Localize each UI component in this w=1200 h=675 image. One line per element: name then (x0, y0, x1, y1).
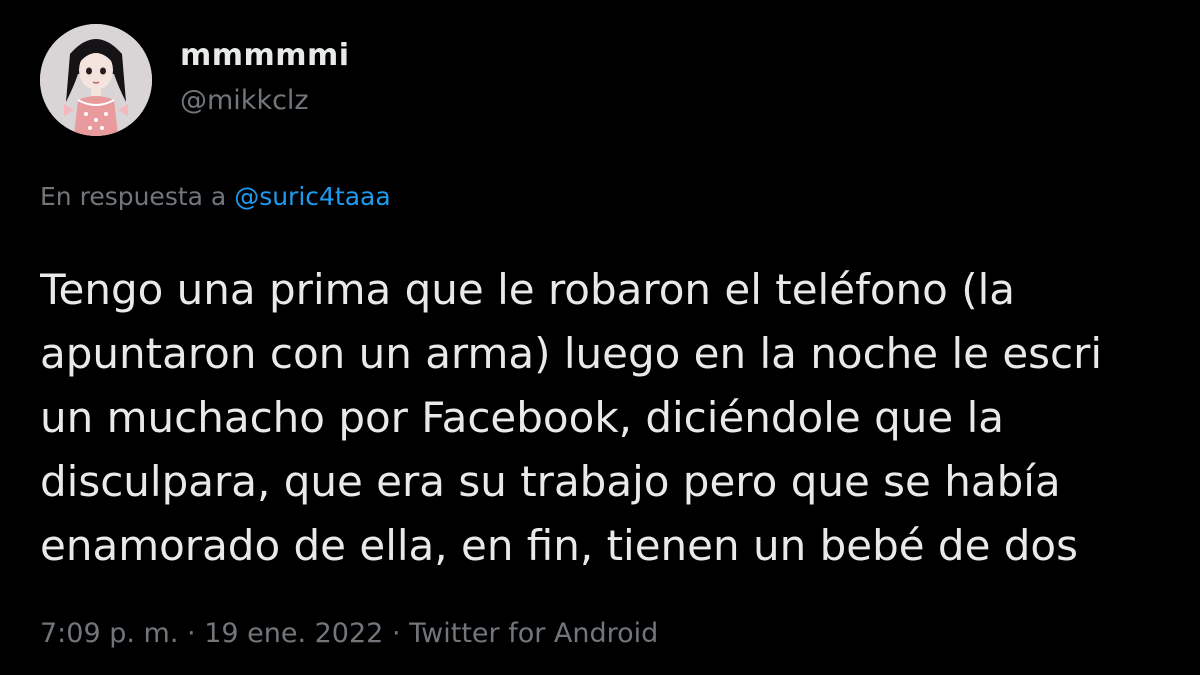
tweet-text-line: apuntaron con un arma) luego en la noche… (40, 329, 1103, 378)
tweet-time[interactable]: 7:09 p. m. (40, 618, 178, 649)
tweet-source-link[interactable]: Twitter for Android (409, 618, 658, 649)
tweet-text: Tengo una prima que le robaron el teléfo… (40, 258, 1200, 590)
user-handle[interactable]: @mikkclz (180, 85, 309, 116)
tweet-text-line: disculpara, que era su trabajo pero que … (40, 457, 1061, 506)
tweet-date[interactable]: 19 ene. 2022 (204, 618, 383, 649)
tweet-text-line: Tengo una prima que le robaron el teléfo… (40, 265, 1016, 314)
tweet-card: mmmmmi @mikkclz En respuesta a @suric4ta… (0, 0, 1200, 675)
reply-mention-link[interactable]: @suric4taaa (234, 182, 391, 211)
avatar[interactable] (40, 24, 152, 136)
tweet-text-line: un muchacho por Facebook, diciéndole que… (40, 393, 1004, 442)
meta-separator: · (187, 618, 196, 649)
profile-avatar-icon (40, 24, 152, 136)
display-name[interactable]: mmmmmi (180, 38, 350, 73)
reply-context: En respuesta a @suric4taaa (40, 182, 391, 211)
tweet-text-line: enamorado de ella, en fin, tienen un beb… (40, 521, 1079, 570)
reply-prefix: En respuesta a (40, 182, 227, 211)
meta-separator: · (391, 618, 401, 649)
tweet-metadata: 7:09 p. m. · 19 ene. 2022 · Twitter for … (40, 618, 658, 649)
